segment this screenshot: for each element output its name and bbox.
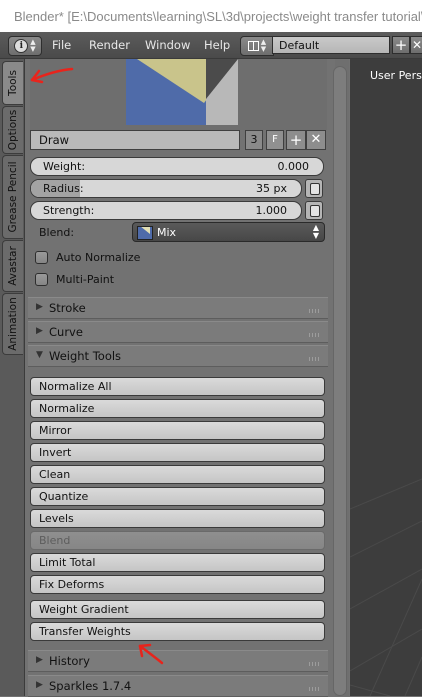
mirror-button[interactable]: Mirror: [30, 421, 325, 440]
collapsed-triangle-icon: ▶: [36, 326, 43, 336]
strength-pressure-toggle[interactable]: [305, 201, 323, 220]
weight-label: Weight:: [43, 160, 86, 173]
strength-label: Strength:: [43, 204, 95, 217]
brush-users-count[interactable]: 3: [245, 130, 263, 150]
panel-sparkles-title: Sparkles 1.7.4: [49, 679, 132, 693]
collapsed-triangle-icon: ▶: [36, 302, 43, 312]
radius-label: Radius:: [43, 182, 84, 195]
blend-button: Blend: [30, 531, 325, 550]
panel-history-header[interactable]: ▶ History: [28, 650, 328, 672]
tab-animation[interactable]: Animation: [2, 293, 23, 355]
quantize-button[interactable]: Quantize: [30, 487, 325, 506]
editor-type-button[interactable]: i ▲ ▼: [8, 36, 42, 56]
blend-label: Blend:: [39, 226, 75, 239]
invert-button[interactable]: Invert: [30, 443, 325, 462]
tab-tools[interactable]: Tools: [2, 61, 23, 105]
3d-viewport[interactable]: User Persp: [350, 59, 422, 696]
viewport-view-label: User Persp: [370, 69, 422, 82]
layout-grid-icon: [247, 41, 259, 51]
strength-slider[interactable]: Strength: 1.000: [30, 201, 302, 220]
collapsed-triangle-icon: ▶: [36, 655, 43, 665]
menu-help[interactable]: Help: [204, 38, 230, 52]
tool-shelf-tabs: Tools Options Grease Pencil Avastar Anim…: [0, 59, 25, 696]
drag-grip-icon[interactable]: [309, 309, 320, 313]
panel-curve-header[interactable]: ▶ Curve: [28, 321, 328, 343]
brush-thumbnail[interactable]: [126, 59, 238, 125]
menu-file[interactable]: File: [52, 38, 71, 52]
new-brush-button[interactable]: +: [286, 130, 306, 150]
panel-weight-tools-title: Weight Tools: [49, 349, 122, 363]
tool-shelf-scrollbar[interactable]: [333, 66, 347, 696]
unlink-brush-button[interactable]: ✕: [306, 130, 326, 150]
clean-button[interactable]: Clean: [30, 465, 325, 484]
fake-user-button[interactable]: F: [266, 130, 284, 150]
weight-gradient-button[interactable]: Weight Gradient: [30, 600, 325, 619]
expanded-triangle-icon: ▼: [36, 350, 43, 360]
panel-stroke-title: Stroke: [49, 301, 86, 315]
panel-curve-title: Curve: [49, 325, 83, 339]
radius-pressure-toggle[interactable]: [305, 179, 323, 198]
add-layout-button[interactable]: +: [392, 36, 410, 54]
tablet-pressure-icon: [310, 205, 320, 217]
tab-avastar[interactable]: Avastar: [2, 240, 23, 292]
fix-deforms-button[interactable]: Fix Deforms: [30, 575, 325, 594]
panel-history-title: History: [49, 654, 90, 668]
radius-value: 35 px: [256, 182, 287, 195]
window-title-bar: Blender* [E:\Documents\learning\SL\3d\pr…: [0, 0, 422, 32]
transfer-weights-button[interactable]: Transfer Weights: [30, 622, 325, 641]
blend-mode-thumb-icon: [137, 226, 153, 240]
tab-grease-pencil[interactable]: Grease Pencil: [2, 155, 23, 239]
screen-layout-name[interactable]: Default: [272, 36, 390, 54]
brush-datablock: Draw 3 F + ✕: [30, 130, 327, 150]
window-title: Blender* [E:\Documents\learning\SL\3d\pr…: [14, 8, 422, 24]
brush-name-field[interactable]: Draw: [30, 130, 240, 150]
menu-window[interactable]: Window: [145, 38, 190, 52]
normalize-all-button[interactable]: Normalize All: [30, 377, 325, 396]
auto-normalize-label[interactable]: Auto Normalize: [56, 251, 140, 264]
weight-slider[interactable]: Weight: 0.000: [30, 157, 324, 176]
drag-grip-icon[interactable]: [309, 687, 320, 691]
viewport-grid: [350, 478, 422, 696]
delete-layout-button[interactable]: ✕: [410, 36, 422, 54]
drag-grip-icon[interactable]: [309, 357, 320, 361]
info-icon: i: [14, 39, 29, 53]
info-header: i ▲ ▼ File Render Window Help ▲ ▼ Default …: [0, 32, 422, 59]
drag-grip-icon[interactable]: [309, 333, 320, 337]
updown-arrows-icon: ▲ ▼: [260, 38, 267, 53]
brush-preview-area: [30, 59, 327, 130]
tablet-pressure-icon: [310, 183, 320, 195]
limit-total-button[interactable]: Limit Total: [30, 553, 325, 572]
blend-mode-dropdown[interactable]: Mix ▲ ▼: [132, 222, 325, 242]
blend-mode-value: Mix: [157, 226, 177, 239]
panel-weight-tools-header[interactable]: ▼ Weight Tools: [28, 345, 328, 367]
updown-arrows-icon: ▲ ▼: [30, 38, 36, 53]
weight-value: 0.000: [277, 160, 310, 173]
menu-render[interactable]: Render: [89, 38, 130, 52]
panel-sparkles-header[interactable]: ▶ Sparkles 1.7.4: [28, 675, 328, 697]
strength-value: 1.000: [255, 204, 288, 217]
screen-layout-selector[interactable]: ▲ ▼: [240, 36, 274, 56]
updown-arrows-icon: ▲ ▼: [312, 223, 319, 240]
drag-grip-icon[interactable]: [309, 662, 320, 666]
auto-normalize-checkbox[interactable]: [35, 251, 48, 264]
tool-shelf: Draw 3 F + ✕ Weight: 0.000 Radius: 35 px…: [25, 59, 334, 697]
tab-options[interactable]: Options: [2, 106, 23, 154]
levels-button[interactable]: Levels: [30, 509, 325, 528]
normalize-button[interactable]: Normalize: [30, 399, 325, 418]
collapsed-triangle-icon: ▶: [36, 680, 43, 690]
multi-paint-label[interactable]: Multi-Paint: [56, 273, 114, 286]
multi-paint-checkbox[interactable]: [35, 273, 48, 286]
panel-stroke-header[interactable]: ▶ Stroke: [28, 297, 328, 319]
radius-slider[interactable]: Radius: 35 px: [30, 179, 302, 198]
